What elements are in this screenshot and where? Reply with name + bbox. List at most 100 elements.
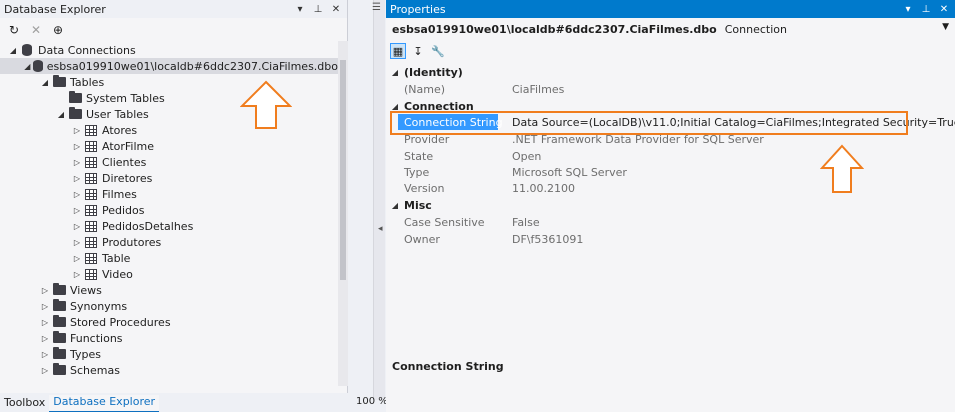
database-explorer-titlebar: Database Explorer ▾ ⊥ ✕ bbox=[0, 0, 347, 18]
folder-icon bbox=[52, 299, 66, 312]
collapse-icon[interactable]: ◢ bbox=[390, 102, 400, 111]
table-icon bbox=[84, 140, 98, 152]
expand-icon[interactable]: ▷ bbox=[72, 190, 82, 199]
folder-icon bbox=[52, 75, 66, 88]
tree-node-table[interactable]: ▷ Table bbox=[72, 250, 131, 266]
tree-node-tables[interactable]: ◢ Tables bbox=[40, 74, 104, 90]
expand-icon[interactable]: ▷ bbox=[72, 222, 82, 231]
folder-icon bbox=[68, 107, 82, 120]
tree-node-synonyms[interactable]: ▷ Synonyms bbox=[40, 298, 127, 314]
collapse-icon[interactable]: ◢ bbox=[390, 68, 400, 77]
table-icon bbox=[84, 268, 98, 280]
tree-node-data-connections[interactable]: ◢ Data Connections bbox=[8, 42, 136, 58]
close-icon[interactable]: ✕ bbox=[937, 2, 951, 16]
category-identity[interactable]: ◢ (Identity) bbox=[386, 64, 955, 80]
tree-node-table[interactable]: ▷ Video bbox=[72, 266, 133, 282]
tree-node-functions[interactable]: ▷ Functions bbox=[40, 330, 123, 346]
dropdown-icon[interactable]: ▾ bbox=[901, 2, 915, 16]
tree-node-table[interactable]: ▷ Produtores bbox=[72, 234, 161, 250]
property-row[interactable]: Version 11.00.2100 bbox=[386, 180, 955, 196]
tree-node-views[interactable]: ▷ Views bbox=[40, 282, 102, 298]
alphabetical-icon[interactable]: ↧ bbox=[410, 43, 426, 59]
arrow-up-icon bbox=[820, 144, 864, 193]
tree-node-user-tables[interactable]: ◢ User Tables bbox=[56, 106, 149, 122]
connection-tree: ◢ Data Connections ◢ esbsa019910we01\loc… bbox=[0, 41, 348, 386]
categorized-icon[interactable]: ▦ bbox=[390, 43, 406, 59]
property-row[interactable]: Owner DF\f5361091 bbox=[386, 231, 955, 247]
arrow-up-icon bbox=[240, 80, 292, 129]
expand-icon[interactable]: ▷ bbox=[40, 350, 50, 359]
expand-icon[interactable]: ▷ bbox=[72, 238, 82, 247]
property-row[interactable]: State Open bbox=[386, 148, 955, 164]
collapse-arrow-icon[interactable]: ◂ bbox=[378, 224, 383, 234]
tree-node-table[interactable]: ▷ Pedidos bbox=[72, 202, 145, 218]
expand-icon[interactable]: ▷ bbox=[40, 366, 50, 375]
table-icon bbox=[84, 156, 98, 168]
properties-title: Properties bbox=[390, 2, 446, 16]
folder-icon bbox=[52, 331, 66, 344]
tree-node-table[interactable]: ▷ Diretores bbox=[72, 170, 152, 186]
properties-toolbar: ▦ ↧ 🔧 bbox=[390, 42, 446, 60]
property-pages-icon[interactable]: 🔧 bbox=[430, 43, 446, 59]
tree-node-table[interactable]: ▷ Clientes bbox=[72, 154, 146, 170]
expand-icon[interactable]: ▷ bbox=[72, 158, 82, 167]
collapse-icon[interactable]: ◢ bbox=[8, 46, 18, 55]
object-name: esbsa019910we01\localdb#6ddc2307.CiaFilm… bbox=[392, 22, 717, 36]
zoom-level[interactable]: 100 % bbox=[356, 396, 388, 407]
tree-node-table[interactable]: ▷ AtorFilme bbox=[72, 138, 154, 154]
refresh-icon[interactable]: ↻ bbox=[6, 22, 22, 38]
table-icon bbox=[84, 252, 98, 264]
object-type: Connection bbox=[724, 22, 787, 36]
object-selector[interactable]: esbsa019910we01\localdb#6ddc2307.CiaFilm… bbox=[392, 20, 787, 38]
dropdown-icon[interactable]: ▾ bbox=[293, 2, 307, 16]
tab-database-explorer[interactable]: Database Explorer bbox=[49, 395, 160, 412]
category-misc[interactable]: ◢ Misc bbox=[386, 197, 955, 213]
property-row[interactable]: (Name) CiaFilmes bbox=[386, 81, 955, 97]
expand-icon[interactable]: ▷ bbox=[40, 334, 50, 343]
tree-node-system-tables[interactable]: System Tables bbox=[66, 90, 165, 106]
database-connection-icon bbox=[32, 60, 43, 72]
chevron-down-icon[interactable]: ▼ bbox=[942, 22, 949, 32]
collapse-icon[interactable]: ◢ bbox=[56, 110, 66, 119]
tree-node-table[interactable]: ▷ Atores bbox=[72, 122, 137, 138]
expand-icon[interactable]: ▷ bbox=[72, 270, 82, 279]
folder-icon bbox=[52, 347, 66, 360]
tree-node-schemas[interactable]: ▷ Schemas bbox=[40, 362, 120, 378]
folder-icon bbox=[52, 315, 66, 328]
delete-icon[interactable]: ✕ bbox=[28, 22, 44, 38]
expand-icon[interactable]: ▷ bbox=[72, 142, 82, 151]
close-icon[interactable]: ✕ bbox=[329, 2, 343, 16]
database-explorer-toolbar: ↻ ✕ ⊕ bbox=[0, 20, 347, 40]
connect-to-database-icon[interactable]: ⊕ bbox=[50, 22, 66, 38]
expand-icon[interactable]: ▷ bbox=[72, 254, 82, 263]
collapse-icon[interactable]: ◢ bbox=[40, 78, 50, 87]
pin-icon[interactable]: ⊥ bbox=[919, 2, 933, 16]
table-icon bbox=[84, 188, 98, 200]
tree-node-types[interactable]: ▷ Types bbox=[40, 346, 101, 362]
expand-icon[interactable]: ▷ bbox=[40, 318, 50, 327]
tree-node-table[interactable]: ▷ Filmes bbox=[72, 186, 137, 202]
expand-icon[interactable]: ▷ bbox=[72, 206, 82, 215]
expand-icon[interactable]: ▷ bbox=[72, 174, 82, 183]
expand-icon[interactable]: ▷ bbox=[72, 126, 82, 135]
tree-node-table[interactable]: ▷ PedidosDetalhes bbox=[72, 218, 193, 234]
tab-toolbox[interactable]: Toolbox bbox=[0, 396, 49, 412]
data-connections-icon bbox=[20, 44, 34, 56]
tree-node-connection[interactable]: ◢ esbsa019910we01\localdb#6ddc2307.CiaFi… bbox=[0, 58, 338, 74]
description-title: Connection String bbox=[392, 360, 504, 373]
folder-icon bbox=[52, 363, 66, 376]
table-icon bbox=[84, 172, 98, 184]
menu-icon[interactable]: ☰ bbox=[372, 2, 381, 13]
properties-panel: Properties ▾ ⊥ ✕ esbsa019910we01\localdb… bbox=[386, 0, 955, 412]
pin-icon[interactable]: ⊥ bbox=[311, 2, 325, 16]
tree-scrollbar-thumb[interactable] bbox=[340, 60, 346, 280]
collapse-icon[interactable]: ◢ bbox=[390, 201, 400, 210]
collapse-icon[interactable]: ◢ bbox=[24, 62, 31, 71]
expand-icon[interactable]: ▷ bbox=[40, 302, 50, 311]
folder-icon bbox=[68, 91, 82, 104]
property-row[interactable]: Type Microsoft SQL Server bbox=[386, 164, 955, 180]
tree-node-stored-procedures[interactable]: ▷ Stored Procedures bbox=[40, 314, 171, 330]
property-row[interactable]: Case Sensitive False bbox=[386, 214, 955, 230]
expand-icon[interactable]: ▷ bbox=[40, 286, 50, 295]
folder-icon bbox=[52, 283, 66, 296]
